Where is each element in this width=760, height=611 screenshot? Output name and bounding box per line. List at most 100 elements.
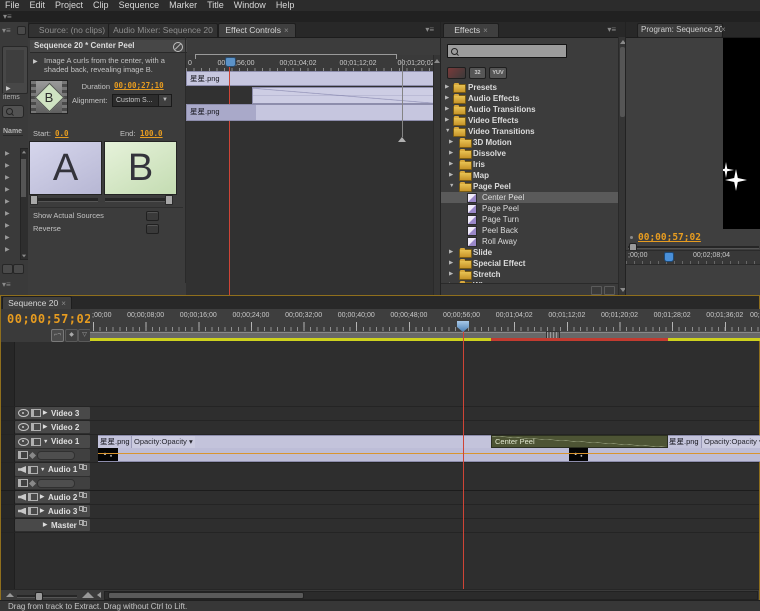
scroll-down-icon[interactable] — [22, 255, 26, 258]
expand-icon[interactable]: ▼ — [449, 181, 454, 192]
track-header-master[interactable]: ▶ Master — [15, 519, 90, 531]
collapse-icon[interactable]: ▶ — [43, 410, 49, 416]
tab-source[interactable]: Source: (no clips) — [28, 23, 116, 37]
menu-help[interactable]: Help — [271, 0, 300, 11]
transition-ramp-bar[interactable] — [252, 87, 435, 104]
panel-menu-icon[interactable]: ▾≡ — [425, 25, 434, 34]
opacity-rubber-band[interactable] — [98, 453, 760, 454]
clip2-label[interactable]: 星星.png — [669, 436, 699, 448]
set-display-style-icon[interactable] — [28, 466, 38, 474]
close-icon[interactable]: × — [61, 299, 66, 308]
project-bin-row[interactable]: ▶ — [1, 220, 19, 232]
effects-tree-item-video-transitions[interactable]: ▼Video Transitions — [441, 126, 618, 137]
reverse-checkbox[interactable] — [146, 224, 159, 234]
project-bin-row[interactable]: ▶ — [1, 208, 19, 220]
track-header-audio1-keyframes[interactable] — [15, 477, 90, 489]
toggle-track-output-icon[interactable] — [18, 438, 29, 446]
keyframe-nav-control[interactable] — [37, 451, 75, 460]
collapse-icon[interactable]: ▶ — [449, 269, 453, 280]
effects-tree-item-video-effects[interactable]: ▶Video Effects — [441, 115, 618, 126]
clip2-opacity-control[interactable]: Opacity:Opacity ▾ — [701, 436, 760, 448]
menu-clip[interactable]: Clip — [88, 0, 114, 11]
collapse-icon[interactable]: ▶ — [445, 93, 449, 104]
track-header-audio3[interactable]: ▶ Audio 3 — [15, 505, 90, 517]
start-slider[interactable] — [30, 198, 98, 202]
program-shuttle-slider[interactable] — [628, 246, 759, 249]
name-column-header[interactable]: Name — [3, 128, 23, 136]
find-button[interactable] — [2, 105, 24, 118]
scroll-left-icon[interactable] — [97, 592, 101, 598]
work-area-bar[interactable] — [90, 331, 760, 338]
tab-effect-controls[interactable]: Effect Controls× — [218, 23, 296, 37]
expand-icon[interactable]: ▼ — [40, 467, 46, 473]
alignment-dropdown[interactable]: Custom S... — [112, 94, 163, 107]
effects-tree-item-special-effect[interactable]: ▶Special Effect — [441, 258, 618, 269]
scroll-up-icon[interactable] — [22, 151, 26, 154]
panel-menu-icon[interactable]: ▾≡ — [3, 12, 12, 21]
clip-b-bar[interactable] — [252, 104, 436, 121]
toggle-track-output-icon[interactable] — [18, 494, 26, 501]
bypass-effect-icon[interactable] — [173, 42, 183, 52]
panel-menu-icon[interactable]: ▾≡ — [2, 26, 11, 35]
effects-tree-item-stretch[interactable]: ▶Stretch — [441, 269, 618, 280]
snap-icon[interactable]: ⌐¬ — [51, 329, 64, 342]
collapse-icon[interactable]: ▶ — [449, 159, 453, 170]
edit-point-handle-icon[interactable] — [398, 137, 406, 142]
set-display-style-icon[interactable] — [31, 438, 41, 446]
tab-sequence[interactable]: Sequence 20× — [2, 296, 72, 310]
zoom-out-icon[interactable] — [6, 593, 14, 597]
effects-tree-item-slide[interactable]: ▶Slide — [441, 247, 618, 258]
icon-view-icon[interactable] — [13, 264, 24, 274]
play-icon[interactable]: ▶ — [6, 85, 11, 92]
set-encore-chapter-marker-icon[interactable]: ◆ — [65, 329, 78, 342]
effects-tree-item-3d-motion[interactable]: ▶3D Motion — [441, 137, 618, 148]
collapse-icon[interactable]: ▶ — [449, 148, 453, 159]
toggle-track-output-icon[interactable] — [18, 508, 26, 515]
effects-tree-item-peel-back[interactable]: Peel Back — [441, 225, 618, 236]
set-display-style-icon[interactable] — [31, 409, 41, 417]
clip-b-bar-head[interactable]: 星星.png — [186, 104, 256, 121]
playhead-handle[interactable] — [225, 57, 236, 67]
program-playhead-handle[interactable] — [664, 252, 674, 262]
track-header-audio2[interactable]: ▶ Audio 2 — [15, 491, 90, 503]
tab-audio-mixer[interactable]: Audio Mixer: Sequence 20 — [108, 23, 218, 37]
close-icon[interactable]: × — [483, 26, 488, 35]
expand-icon[interactable]: ▼ — [43, 439, 49, 445]
panel-close-icon[interactable] — [17, 26, 26, 35]
timeline-horizontal-scrollbar[interactable] — [104, 591, 758, 600]
end-slider[interactable] — [105, 198, 173, 202]
project-bin-row[interactable]: ▶ — [1, 148, 19, 160]
show-actual-sources-checkbox[interactable] — [146, 211, 159, 221]
keyframe-icon[interactable] — [29, 479, 36, 486]
project-bin-row[interactable]: ▶ — [1, 244, 19, 256]
set-display-style-icon[interactable] — [28, 493, 38, 501]
collapse-icon[interactable]: ▶ — [449, 247, 453, 258]
collapse-icon[interactable]: ▶ — [445, 82, 449, 93]
effects-tree-item-map[interactable]: ▶Map — [441, 170, 618, 181]
menu-marker[interactable]: Marker — [164, 0, 202, 11]
set-display-style-icon[interactable] — [28, 507, 38, 515]
effects-tree-item-page-peel[interactable]: ▼Page Peel — [441, 181, 618, 192]
tab-effects[interactable]: Effects× — [443, 23, 499, 37]
disclosure-icon[interactable]: ▶ — [33, 58, 38, 65]
list-view-icon[interactable] — [2, 264, 13, 274]
alignment-dropdown-arrow-icon[interactable]: ▼ — [158, 94, 172, 107]
menu-file[interactable]: File — [0, 0, 25, 11]
delete-custom-items-icon[interactable] — [604, 286, 615, 295]
program-current-timecode[interactable]: 00;00;57;02 — [638, 232, 701, 243]
collapse-icon[interactable]: ▶ — [445, 104, 449, 115]
collapse-icon[interactable]: ▶ — [449, 258, 453, 269]
toggle-track-output-icon[interactable] — [18, 466, 26, 473]
close-icon[interactable]: × — [721, 25, 726, 34]
timeline-ruler[interactable]: ;00;0000;00;08;0000;00;16;0000;00;24;000… — [90, 309, 760, 332]
timeline-current-timecode[interactable]: 00;00;57;02 — [7, 312, 92, 326]
menu-window[interactable]: Window — [229, 0, 271, 11]
track-header-audio1[interactable]: ▼ Audio 1 — [15, 463, 90, 476]
32bit-filter-button[interactable]: 32 — [469, 67, 486, 79]
tab-program[interactable]: Program: Sequence 20 ▼ — [637, 23, 723, 38]
project-bin-row[interactable]: ▶ — [1, 172, 19, 184]
timeline-zoom-slider[interactable] — [17, 595, 77, 598]
zoom-in-icon[interactable] — [82, 592, 94, 598]
toggle-track-output-icon[interactable] — [18, 423, 29, 431]
accelerated-effects-filter-button[interactable] — [447, 67, 466, 79]
